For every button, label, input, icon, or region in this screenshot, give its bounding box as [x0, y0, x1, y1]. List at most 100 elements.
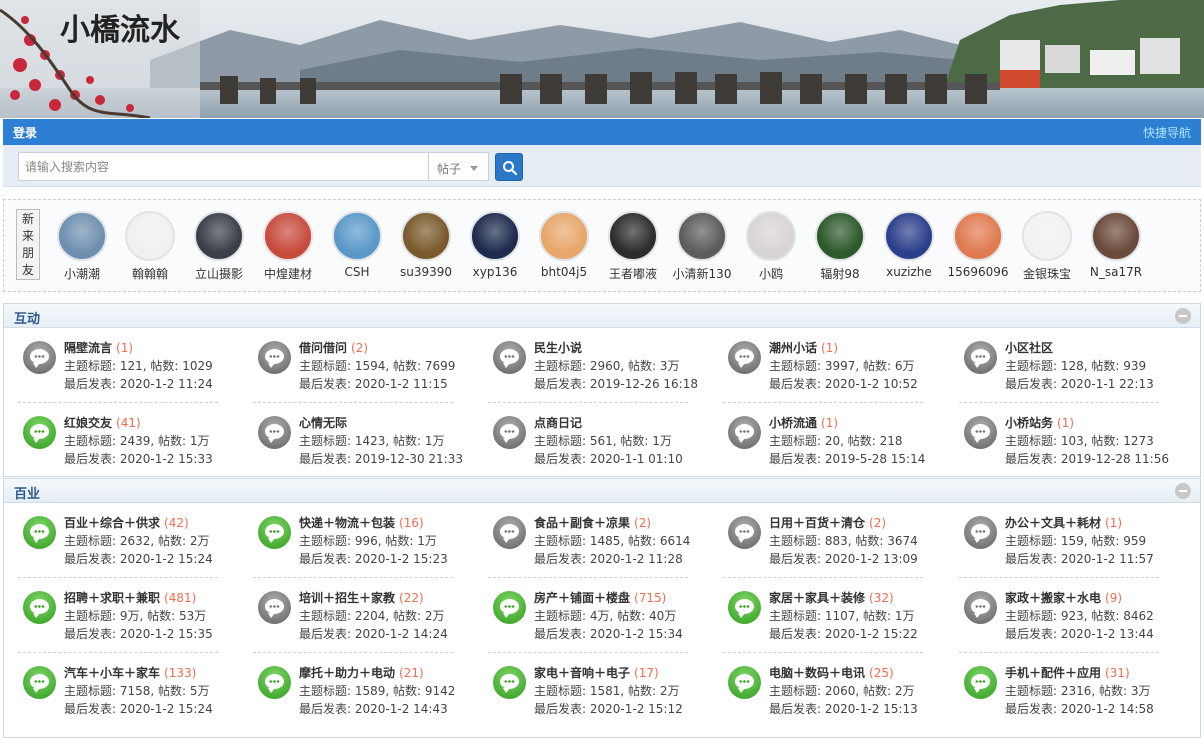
forum-title[interactable]: 手机＋配件＋应用 (31) [1005, 664, 1130, 681]
forum-title[interactable]: 办公＋文具＋耗材 (1) [1005, 514, 1122, 531]
avatar[interactable] [884, 211, 934, 261]
friend-item[interactable]: 辐射98 [805, 211, 875, 282]
avatar[interactable] [677, 211, 727, 261]
forum-last-post[interactable]: 最后发表: 2020-1-2 11:15 [299, 375, 448, 392]
section-title[interactable]: 互动 [14, 308, 40, 327]
friend-item[interactable]: 翰翰翰 [115, 211, 185, 282]
friend-name[interactable]: 15696096 [943, 265, 1013, 279]
forum-last-post[interactable]: 最后发表: 2020-1-2 15:24 [64, 550, 213, 567]
friend-name[interactable]: CSH [322, 265, 392, 279]
friend-name[interactable]: 翰翰翰 [115, 265, 185, 282]
avatar[interactable] [1091, 211, 1141, 261]
forum-chat-icon[interactable] [964, 516, 997, 549]
search-button[interactable] [495, 153, 523, 181]
forum-chat-icon[interactable] [23, 341, 56, 374]
friend-name[interactable]: 金银珠宝 [1012, 265, 1082, 282]
forum-chat-icon[interactable] [964, 341, 997, 374]
forum-name[interactable]: 食品＋副食＋凉果 [534, 516, 630, 530]
forum-title[interactable]: 百业＋综合＋供求 (42) [64, 514, 189, 531]
forum-name[interactable]: 汽车＋小车＋家车 [64, 666, 160, 680]
forum-name[interactable]: 家政＋搬家＋水电 [1005, 591, 1101, 605]
friend-item[interactable]: xuzizhe [874, 211, 944, 279]
friend-name[interactable]: xuzizhe [874, 265, 944, 279]
friend-item[interactable]: 王者嘟液 [598, 211, 668, 282]
login-link[interactable]: 登录 [13, 124, 37, 141]
forum-last-post[interactable]: 最后发表: 2019-5-28 15:14 [769, 450, 925, 467]
forum-name[interactable]: 点商日记 [534, 416, 582, 430]
avatar[interactable] [57, 211, 107, 261]
forum-name[interactable]: 借问借问 [299, 341, 347, 355]
forum-last-post[interactable]: 最后发表: 2020-1-2 11:57 [1005, 550, 1154, 567]
section-title[interactable]: 百业 [14, 483, 40, 502]
friend-item[interactable]: 中煌建材 [253, 211, 323, 282]
forum-title[interactable]: 红娘交友 (41) [64, 414, 141, 431]
forum-last-post[interactable]: 最后发表: 2020-1-1 22:13 [1005, 375, 1154, 392]
forum-name[interactable]: 隔壁流言 [64, 341, 112, 355]
avatar[interactable] [401, 211, 451, 261]
forum-chat-icon[interactable] [964, 666, 997, 699]
forum-last-post[interactable]: 最后发表: 2020-1-2 13:09 [769, 550, 918, 567]
forum-chat-icon[interactable] [258, 416, 291, 449]
forum-name[interactable]: 培训＋招生＋家教 [299, 591, 395, 605]
friend-name[interactable]: xyp136 [460, 265, 530, 279]
forum-last-post[interactable]: 最后发表: 2020-1-2 15:35 [64, 625, 213, 642]
search-type-select[interactable]: 帖子 [428, 152, 489, 181]
friend-item[interactable]: 立山摄影 [184, 211, 254, 282]
forum-last-post[interactable]: 最后发表: 2020-1-2 15:24 [64, 700, 213, 717]
forum-title[interactable]: 小桥站务 (1) [1005, 414, 1074, 431]
forum-chat-icon[interactable] [493, 341, 526, 374]
forum-last-post[interactable]: 最后发表: 2020-1-2 11:28 [534, 550, 683, 567]
friend-name[interactable]: 中煌建材 [253, 265, 323, 282]
forum-last-post[interactable]: 最后发表: 2019-12-28 11:56 [1005, 450, 1169, 467]
avatar[interactable] [953, 211, 1003, 261]
forum-last-post[interactable]: 最后发表: 2020-1-2 10:52 [769, 375, 918, 392]
forum-name[interactable]: 小桥流通 [769, 416, 817, 430]
forum-title[interactable]: 电脑＋数码＋电讯 (25) [769, 664, 894, 681]
avatar[interactable] [746, 211, 796, 261]
friend-name[interactable]: 王者嘟液 [598, 265, 668, 282]
friend-item[interactable]: 小潮潮 [47, 211, 117, 282]
friend-item[interactable]: 15696096 [943, 211, 1013, 279]
forum-last-post[interactable]: 最后发表: 2019-12-30 21:33 [299, 450, 463, 467]
forum-chat-icon[interactable] [728, 416, 761, 449]
forum-title[interactable]: 汽车＋小车＋家车 (133) [64, 664, 196, 681]
forum-chat-icon[interactable] [258, 341, 291, 374]
forum-name[interactable]: 家电＋音响＋电子 [534, 666, 630, 680]
forum-name[interactable]: 小桥站务 [1005, 416, 1053, 430]
forum-name[interactable]: 房产＋铺面＋楼盘 [534, 591, 630, 605]
forum-title[interactable]: 借问借问 (2) [299, 339, 368, 356]
friend-item[interactable]: 金银珠宝 [1012, 211, 1082, 282]
forum-last-post[interactable]: 最后发表: 2020-1-2 15:22 [769, 625, 918, 642]
avatar[interactable] [608, 211, 658, 261]
forum-chat-icon[interactable] [258, 591, 291, 624]
forum-name[interactable]: 心情无际 [299, 416, 347, 430]
forum-chat-icon[interactable] [493, 416, 526, 449]
forum-name[interactable]: 红娘交友 [64, 416, 112, 430]
forum-chat-icon[interactable] [493, 591, 526, 624]
forum-last-post[interactable]: 最后发表: 2020-1-2 14:24 [299, 625, 448, 642]
forum-title[interactable]: 培训＋招生＋家教 (22) [299, 589, 424, 606]
forum-name[interactable]: 招聘＋求职＋兼职 [64, 591, 160, 605]
forum-last-post[interactable]: 最后发表: 2020-1-2 15:13 [769, 700, 918, 717]
avatar[interactable] [263, 211, 313, 261]
friend-name[interactable]: 小鸥 [736, 265, 806, 282]
forum-last-post[interactable]: 最后发表: 2020-1-2 14:43 [299, 700, 448, 717]
forum-last-post[interactable]: 最后发表: 2020-1-2 15:34 [534, 625, 683, 642]
friend-item[interactable]: su39390 [391, 211, 461, 279]
forum-chat-icon[interactable] [258, 666, 291, 699]
forum-title[interactable]: 家电＋音响＋电子 (17) [534, 664, 659, 681]
forum-title[interactable]: 快递＋物流＋包装 (16) [299, 514, 424, 531]
forum-title[interactable]: 小桥流通 (1) [769, 414, 838, 431]
forum-name[interactable]: 手机＋配件＋应用 [1005, 666, 1101, 680]
forum-chat-icon[interactable] [728, 591, 761, 624]
friend-name[interactable]: bht04j5 [529, 265, 599, 279]
friend-name[interactable]: 小清新130 [667, 265, 737, 282]
forum-title[interactable]: 小区社区 [1005, 339, 1053, 356]
forum-name[interactable]: 摩托＋助力＋电动 [299, 666, 395, 680]
friend-name[interactable]: N_sa17R [1081, 265, 1151, 279]
forum-name[interactable]: 快递＋物流＋包装 [299, 516, 395, 530]
forum-title[interactable]: 心情无际 [299, 414, 347, 431]
forum-chat-icon[interactable] [728, 516, 761, 549]
forum-name[interactable]: 小区社区 [1005, 341, 1053, 355]
forum-title[interactable]: 点商日记 [534, 414, 582, 431]
